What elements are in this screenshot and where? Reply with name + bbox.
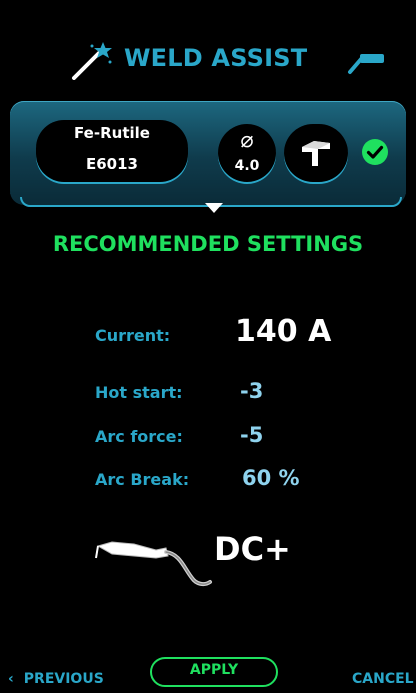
previous-button[interactable]: ‹ PREVIOUS xyxy=(8,671,104,687)
current-value: 140 A xyxy=(235,314,332,349)
hot-start-label: Hot start: xyxy=(95,383,183,402)
chevron-left-icon: ‹ xyxy=(8,671,14,687)
joint-selector-button[interactable] xyxy=(284,124,348,182)
page-title: WELD ASSIST xyxy=(124,44,308,72)
electrode-holder-icon xyxy=(95,541,212,587)
current-label: Current: xyxy=(95,326,171,345)
electrode-type-label: Fe-Rutile xyxy=(74,124,150,142)
previous-label: PREVIOUS xyxy=(23,671,104,687)
panel-pointer xyxy=(205,203,223,213)
arc-force-value: -5 xyxy=(240,423,264,447)
hot-start-value: -3 xyxy=(240,379,264,403)
diameter-symbol-icon: ⌀ xyxy=(240,128,254,153)
arc-break-label: Arc Break: xyxy=(95,470,190,489)
check-icon xyxy=(362,139,388,165)
electrode-selector-button[interactable]: Fe-Rutile E6013 xyxy=(36,120,188,182)
arc-break-value: 60 % xyxy=(242,466,300,490)
electrode-code-label: E6013 xyxy=(86,155,138,173)
cancel-button[interactable]: CANCEL xyxy=(352,671,414,687)
polarity-value: DC+ xyxy=(214,530,291,568)
diameter-value: 4.0 xyxy=(234,158,260,174)
diameter-selector-button[interactable]: ⌀ 4.0 xyxy=(218,124,276,182)
recommended-settings-title: RECOMMENDED SETTINGS xyxy=(52,232,364,256)
welding-gun-icon[interactable] xyxy=(346,50,386,76)
joint-shape-icon xyxy=(302,141,330,166)
magic-wand-icon xyxy=(72,42,112,80)
apply-button[interactable]: APPLY xyxy=(150,657,278,687)
arc-force-label: Arc force: xyxy=(95,427,183,446)
